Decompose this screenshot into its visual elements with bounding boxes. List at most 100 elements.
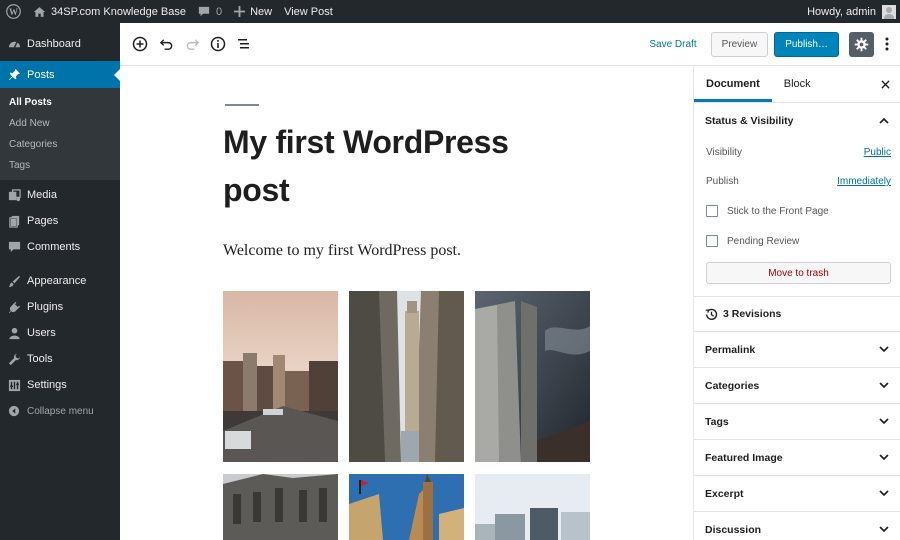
view-post-link[interactable]: View Post <box>278 0 339 23</box>
save-draft-button[interactable]: Save Draft <box>649 39 696 50</box>
menu-item-dashboard[interactable]: Dashboard <box>0 31 120 57</box>
wordpress-logo-icon[interactable]: W <box>0 0 27 23</box>
more-options-button[interactable] <box>880 32 894 57</box>
close-sidebar-button[interactable] <box>878 77 892 91</box>
revisions-link[interactable]: 3 Revisions <box>694 297 900 332</box>
excerpt-panel: Excerpt <box>694 476 900 512</box>
gallery-image-modern-buildings[interactable] <box>475 474 590 540</box>
info-icon <box>210 36 226 52</box>
status-visibility-toggle[interactable]: Status & Visibility <box>694 103 900 138</box>
menu-label-pages: Pages <box>27 215 59 227</box>
gallery-image-city-skyline[interactable] <box>223 291 338 462</box>
settings-sidebar: Document Block Status & Visibility Visib… <box>693 66 900 540</box>
post-title[interactable]: My first WordPress post <box>223 118 553 214</box>
stick-front-checkbox[interactable] <box>706 205 718 217</box>
visibility-label: Visibility <box>706 147 742 158</box>
block-navigation-button[interactable] <box>231 31 257 57</box>
move-to-trash-button[interactable]: Move to trash <box>706 262 891 284</box>
undo-icon <box>159 38 172 50</box>
menu-label-plugins: Plugins <box>27 301 64 313</box>
status-visibility-title: Status & Visibility <box>705 114 794 127</box>
submenu-tags[interactable]: Tags <box>0 155 120 176</box>
featured-image-toggle[interactable]: Featured Image <box>694 440 900 475</box>
tab-document[interactable]: Document <box>694 66 772 102</box>
avatar <box>882 4 896 19</box>
stick-front-label: Stick to the Front Page <box>727 205 829 217</box>
svg-text:W: W <box>9 7 18 17</box>
new-content-link[interactable]: New <box>228 0 278 23</box>
visibility-link[interactable]: Public <box>864 147 891 158</box>
account-menu[interactable]: Howdy, admin <box>801 0 900 23</box>
chevron-down-icon <box>879 526 889 533</box>
menu-item-posts[interactable]: Posts <box>0 61 120 88</box>
redo-button[interactable] <box>179 31 205 57</box>
content-info-button[interactable] <box>205 31 231 57</box>
categories-panel: Categories <box>694 368 900 404</box>
pending-review-label: Pending Review <box>727 235 800 247</box>
menu-label-tools: Tools <box>27 353 53 365</box>
publish-date-link[interactable]: Immediately <box>837 176 891 187</box>
menu-item-comments[interactable]: Comments <box>0 234 120 260</box>
close-icon <box>880 79 890 89</box>
menu-item-pages[interactable]: Pages <box>0 208 120 234</box>
user-icon <box>7 326 21 340</box>
pending-review-checkbox[interactable] <box>706 235 718 247</box>
plug-icon <box>7 300 21 314</box>
submenu-add-new[interactable]: Add New <box>0 113 120 134</box>
view-post-label: View Post <box>284 5 333 18</box>
pages-icon <box>7 214 21 228</box>
menu-label-collapse: Collapse menu <box>27 405 94 417</box>
pushpin-icon <box>7 68 21 82</box>
settings-sliders-icon <box>7 378 21 392</box>
discussion-panel: Discussion <box>694 512 900 540</box>
menu-item-tools[interactable]: Tools <box>0 346 120 372</box>
add-block-icon <box>132 36 148 52</box>
paragraph-block[interactable]: Welcome to my first WordPress post. <box>223 242 461 260</box>
menu-item-settings[interactable]: Settings <box>0 372 120 398</box>
menu-item-appearance[interactable]: Appearance <box>0 268 120 294</box>
excerpt-title: Excerpt <box>705 487 744 500</box>
collapse-menu-button[interactable]: Collapse menu <box>0 398 120 424</box>
excerpt-toggle[interactable]: Excerpt <box>694 476 900 511</box>
preview-button[interactable]: Preview <box>710 31 769 57</box>
menu-item-plugins[interactable]: Plugins <box>0 294 120 320</box>
gallery-image-gothic-building[interactable] <box>223 474 338 540</box>
submenu-all-posts[interactable]: All Posts <box>0 92 120 113</box>
tab-block[interactable]: Block <box>772 66 823 102</box>
permalink-title: Permalink <box>705 343 756 356</box>
categories-toggle[interactable]: Categories <box>694 368 900 403</box>
admin-bar: W 34SP.com Knowledge Base 0 New View Pos… <box>0 0 900 23</box>
posts-submenu: All Posts Add New Categories Tags <box>0 88 120 180</box>
permalink-panel: Permalink <box>694 332 900 368</box>
comments-icon <box>7 240 21 254</box>
menu-item-users[interactable]: Users <box>0 320 120 346</box>
gallery-image-street-buildings[interactable] <box>349 291 464 462</box>
add-block-button[interactable] <box>127 31 153 57</box>
howdy-label: Howdy, admin <box>807 5 876 18</box>
tags-title: Tags <box>705 415 729 428</box>
menu-label-users: Users <box>27 327 56 339</box>
settings-button[interactable] <box>849 31 874 57</box>
gallery-image-tower-storm[interactable] <box>475 291 590 462</box>
featured-image-title: Featured Image <box>705 451 783 464</box>
media-icon <box>7 188 21 202</box>
comments-link[interactable]: 0 <box>192 0 228 23</box>
gallery-image-clock-tower[interactable] <box>349 474 464 540</box>
undo-button[interactable] <box>153 31 179 57</box>
submenu-categories[interactable]: Categories <box>0 134 120 155</box>
chevron-down-icon <box>879 418 889 425</box>
editor-canvas: My first WordPress post Welcome to my fi… <box>120 66 693 540</box>
publish-button[interactable]: Publish… <box>774 31 839 57</box>
site-name-link[interactable]: 34SP.com Knowledge Base <box>27 0 192 23</box>
tags-toggle[interactable]: Tags <box>694 404 900 439</box>
home-icon <box>33 6 46 17</box>
chevron-down-icon <box>879 454 889 461</box>
pending-review-row: Pending Review <box>694 226 900 256</box>
menu-label-comments: Comments <box>27 241 81 253</box>
menu-item-media[interactable]: Media <box>0 182 120 208</box>
comment-bubble-icon <box>198 6 210 16</box>
menu-label-posts: Posts <box>27 68 55 81</box>
sidebar-tabs: Document Block <box>694 66 900 103</box>
permalink-toggle[interactable]: Permalink <box>694 332 900 367</box>
discussion-toggle[interactable]: Discussion <box>694 512 900 540</box>
